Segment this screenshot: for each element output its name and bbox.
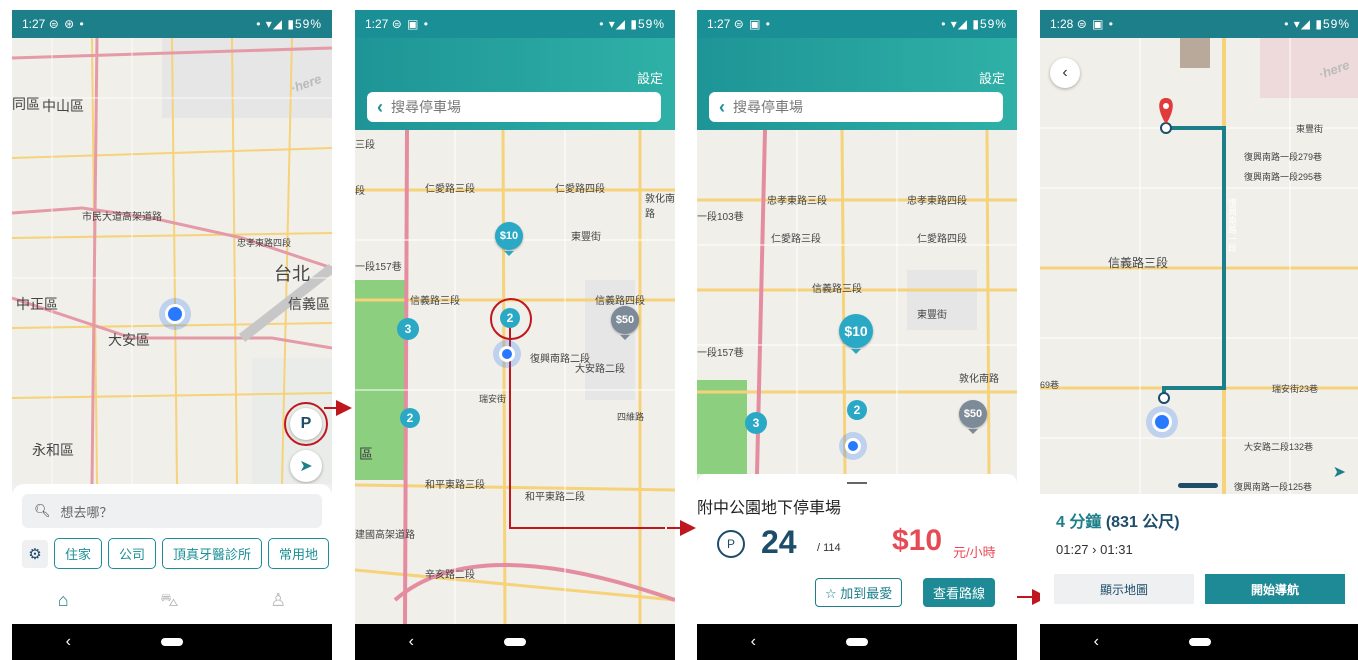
home-nav-pill[interactable] (503, 638, 526, 646)
eta-distance: (831 公尺) (1105, 514, 1180, 531)
back-arrow-icon[interactable]: ‹ (719, 97, 725, 118)
parking-icon: P (717, 530, 745, 558)
bottom-tabs: ⌂ ⛍ ♙ (12, 590, 332, 614)
hourly-price: $10 (892, 524, 943, 557)
home-nav-pill[interactable] (1188, 638, 1211, 646)
notification-icons: ⊜ ▣ • (391, 17, 429, 31)
chip-frequent[interactable]: 常用地 (268, 538, 330, 569)
chip-work[interactable]: 公司 (108, 538, 157, 569)
parking-search[interactable]: ‹ 搜尋停車場 (709, 92, 1003, 122)
time-range: 01:27 › 01:31 (1056, 542, 1133, 557)
view-route-button[interactable]: 查看路線 (923, 578, 996, 607)
battery-wifi-icon: • ▾◢ ▮59% (599, 17, 665, 31)
start-navigation-button[interactable]: 開始導航 (1205, 574, 1345, 604)
chevron-left-icon: ‹ (1062, 64, 1068, 81)
parking-lot-name: 附中公園地下停車場 (697, 500, 842, 517)
battery-wifi-icon: • ▾◢ ▮59% (941, 17, 1007, 31)
settings-link[interactable]: 設定 (637, 68, 663, 87)
eta-minutes: 4 分鐘 (1056, 514, 1102, 531)
parking-search[interactable]: ‹ 搜尋停車場 (367, 92, 661, 122)
total-spaces: / 114 (817, 542, 841, 554)
gear-icon[interactable]: ⚙ (22, 539, 48, 568)
notification-icons: ⊜ ⊛ • (48, 17, 85, 31)
notification-icons: ⊜ ▣ • (733, 17, 771, 31)
card-handle[interactable] (847, 482, 867, 484)
route-card: 4 分鐘 (831 公尺) 01:27 › 01:31 顯示地圖 開始導航 (1040, 494, 1358, 624)
app-header: 設定 ‹ 搜尋停車場 (355, 38, 675, 130)
price-unit: 元/小時 (953, 545, 996, 560)
status-bar: 1:27 ⊜ ⊛ • • ▾◢ ▮59% (12, 10, 332, 38)
available-spaces: 24 (761, 524, 797, 560)
destination-search[interactable]: 🔍︎ 想去哪？ (22, 494, 322, 528)
app-header: 設定 ‹ 搜尋停車場 (697, 38, 1017, 130)
back-nav-icon[interactable]: ‹ (48, 633, 88, 651)
status-bar: 1:27 ⊜ ▣ • • ▾◢ ▮59% (355, 10, 675, 38)
show-map-button[interactable]: 顯示地圖 (1054, 574, 1194, 604)
search-icon: 🔍︎ (34, 503, 51, 518)
android-nav-bar: ‹ (697, 624, 1017, 660)
shortcut-chips: ⚙ 住家 公司 頂真牙醫診所 常用地 (22, 538, 330, 569)
android-nav-bar: ‹ (1040, 624, 1358, 660)
status-time: 1:27 (365, 17, 389, 31)
android-nav-bar: ‹ (355, 624, 675, 660)
status-bar: 1:27 ⊜ ▣ • • ▾◢ ▮59% (697, 10, 1017, 38)
home-nav-pill[interactable] (845, 638, 868, 646)
search-placeholder: 搜尋停車場 (391, 99, 461, 115)
sheet-handle[interactable] (1178, 483, 1218, 488)
back-button[interactable]: ‹ (1050, 58, 1080, 88)
android-nav-bar: ‹ (12, 624, 332, 660)
depart-time: 01:27 (1056, 542, 1089, 557)
search-placeholder: 搜尋停車場 (733, 99, 803, 115)
settings-link[interactable]: 設定 (979, 68, 1005, 87)
user-icon[interactable]: ♙ (270, 590, 286, 614)
eta-summary: 4 分鐘 (831 公尺) (1056, 508, 1180, 532)
notification-icons: ⊜ ▣ • (1076, 17, 1114, 31)
battery-wifi-icon: • ▾◢ ▮59% (1284, 17, 1350, 31)
chevron-right-icon: › (1092, 542, 1097, 557)
search-placeholder: 想去哪？ (60, 504, 113, 520)
chip-home[interactable]: 住家 (54, 538, 103, 569)
home-icon[interactable]: ⌂ (58, 590, 69, 614)
back-nav-icon[interactable]: ‹ (733, 633, 773, 651)
back-nav-icon[interactable]: ‹ (1076, 633, 1116, 651)
arrive-time: 01:31 (1100, 542, 1133, 557)
status-time: 1:27 (707, 17, 731, 31)
car-icon[interactable]: ⛍ (160, 590, 179, 614)
bottom-sheet: 🔍︎ 想去哪？ ⚙ 住家 公司 頂真牙醫診所 常用地 ⌂ ⛍ ♙ (12, 484, 332, 624)
back-arrow-icon[interactable]: ‹ (377, 97, 383, 118)
battery-wifi-icon: • ▾◢ ▮59% (256, 17, 322, 31)
status-time: 1:27 (22, 17, 46, 31)
add-favorite-button[interactable]: ☆ 加到最愛 (815, 578, 903, 607)
status-bar: 1:28 ⊜ ▣ • • ▾◢ ▮59% (1040, 10, 1358, 38)
back-nav-icon[interactable]: ‹ (391, 633, 431, 651)
home-nav-pill[interactable] (160, 638, 183, 646)
status-time: 1:28 (1050, 17, 1074, 31)
parking-lot-card: 附中公園地下停車場 P 24 / 114 $10 元/小時 ☆ 加到最愛 查看路… (697, 474, 1017, 624)
chip-dentist[interactable]: 頂真牙醫診所 (162, 538, 263, 569)
